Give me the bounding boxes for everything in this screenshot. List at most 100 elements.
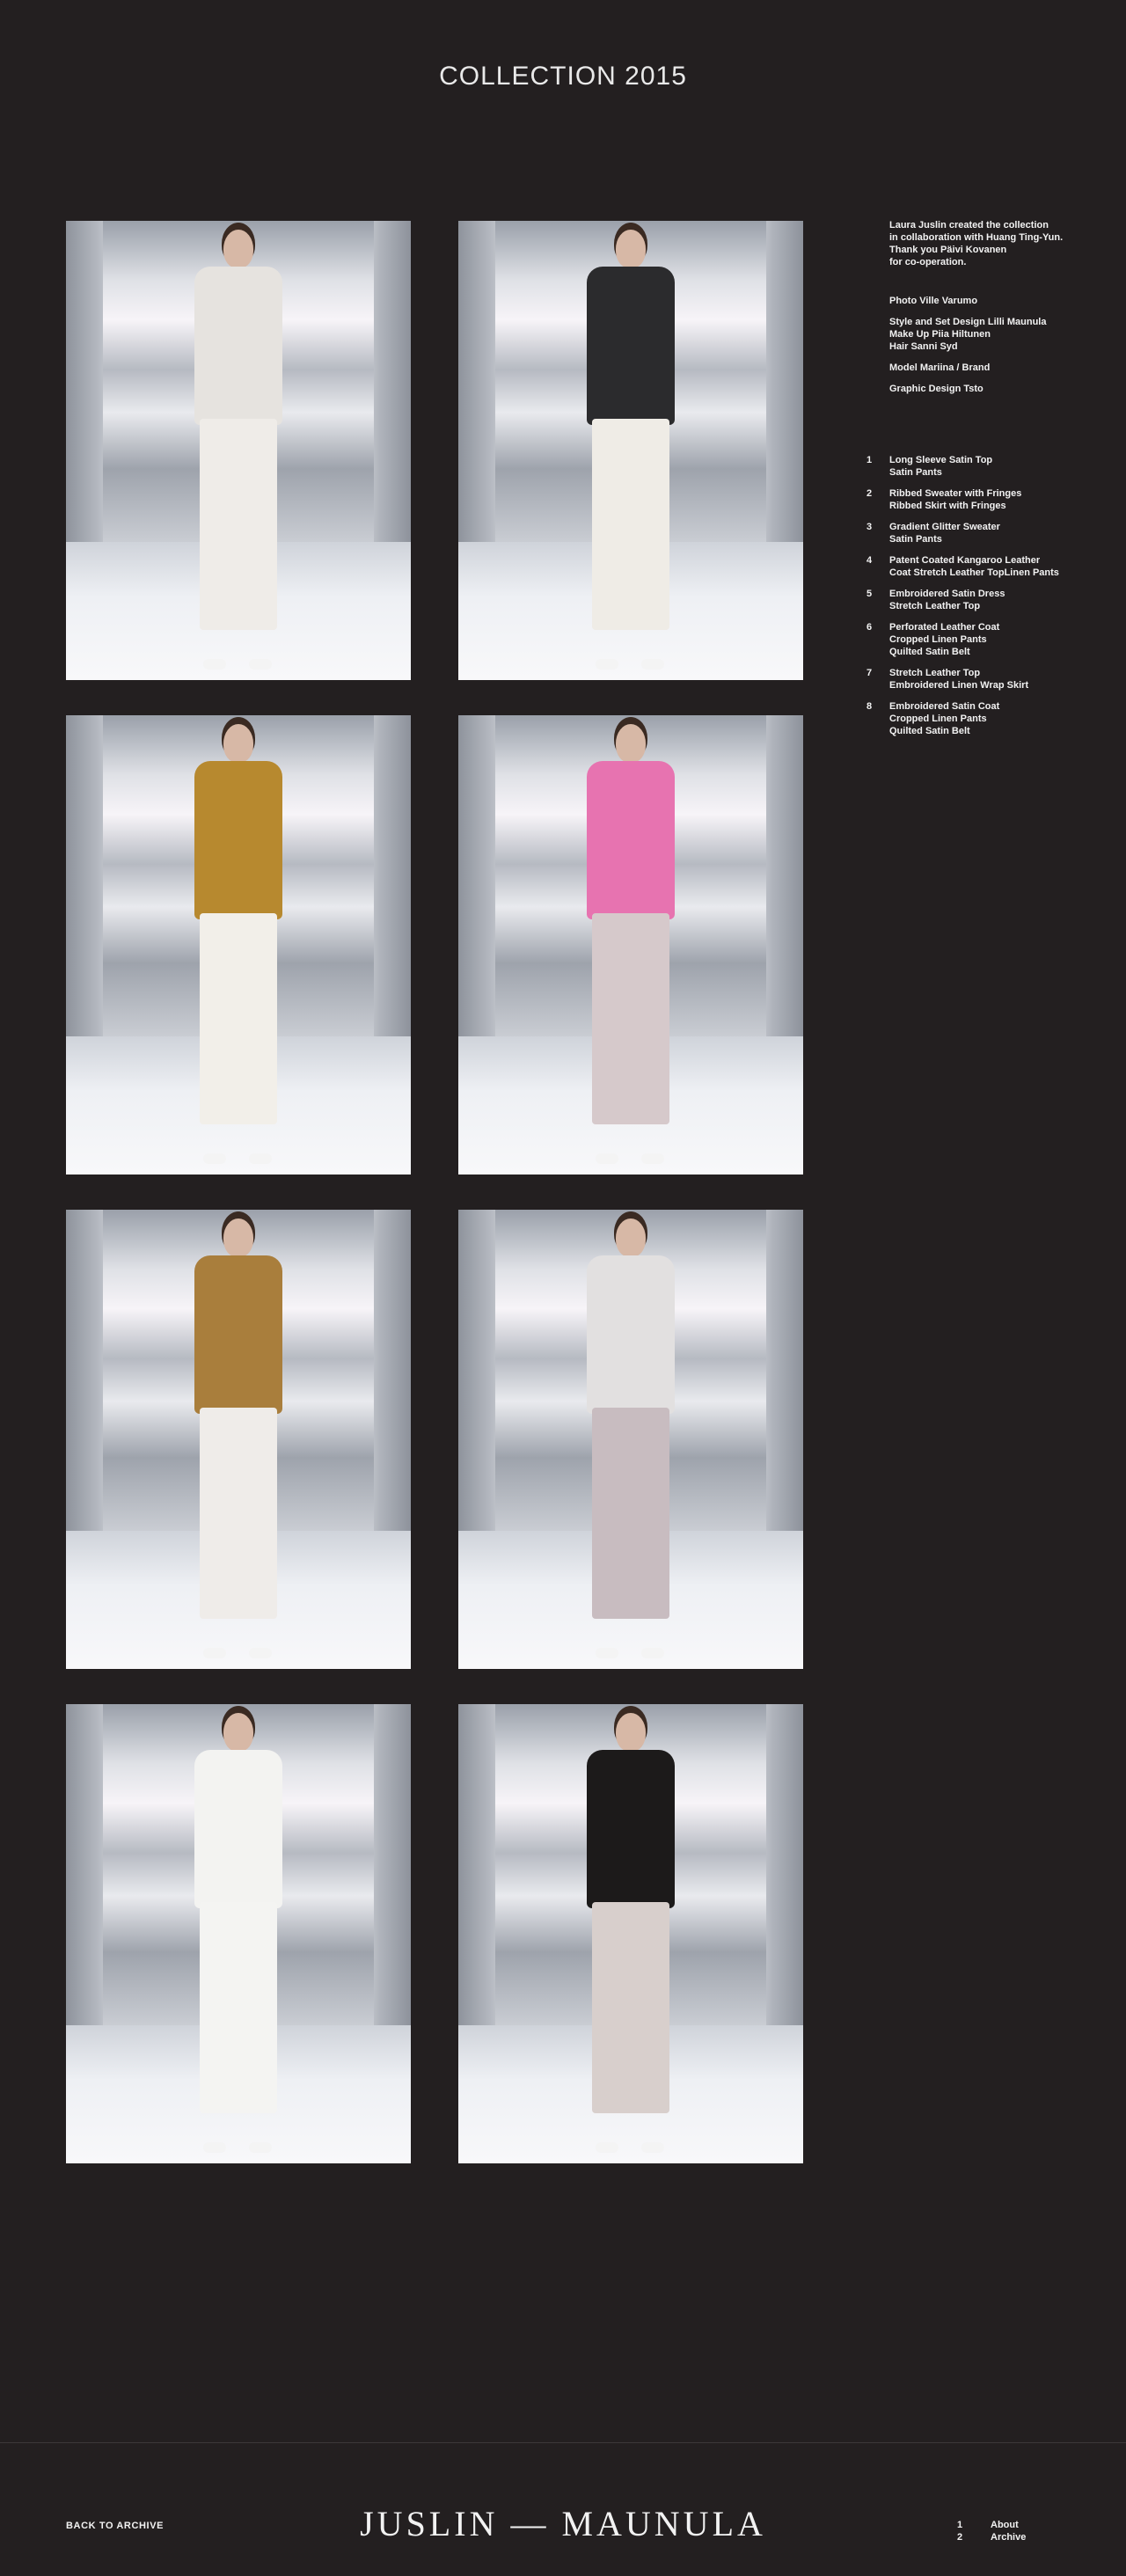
model-bottom	[200, 1408, 277, 1619]
nav-number: 1	[957, 2520, 963, 2530]
model-shoe	[641, 2142, 664, 2153]
look-garment: Satin Pants	[889, 467, 942, 478]
model-figure	[560, 1704, 701, 2162]
model-bottom	[592, 419, 669, 630]
model-head	[223, 1218, 253, 1257]
look-photo-3[interactable]	[66, 715, 411, 1175]
model-figure	[560, 221, 701, 678]
model-top	[194, 761, 282, 919]
credit-line: Hair Sanni Syd	[889, 341, 958, 352]
model-shoe	[596, 2142, 618, 2153]
model-bottom	[592, 913, 669, 1124]
nav-item-archive[interactable]: 2 Archive	[957, 2531, 1026, 2543]
intro-line: Thank you Päivi Kovanen	[889, 245, 1007, 255]
model-top	[587, 267, 675, 425]
look-description: Embroidered Satin Dress Stretch Leather T…	[889, 588, 1095, 612]
model-shoe	[249, 2142, 272, 2153]
look-number: 5	[866, 589, 873, 599]
look-number: 8	[866, 701, 873, 712]
model-bottom	[592, 1408, 669, 1619]
credit-group: Style and Set Design Lilli Maunula Make U…	[889, 316, 1083, 353]
model-shoe	[203, 2142, 226, 2153]
look-number: 4	[866, 555, 873, 566]
look-number: 7	[866, 668, 873, 678]
credit-group: Photo Ville Varumo	[889, 295, 1083, 307]
look-garment: Quilted Satin Belt	[889, 647, 970, 657]
model-shoe	[203, 659, 226, 670]
nav-label[interactable]: Archive	[991, 2531, 1026, 2543]
model-head	[616, 724, 646, 763]
look-description: Patent Coated Kangaroo Leather Coat Stret…	[889, 554, 1095, 579]
look-photo-8[interactable]	[458, 1704, 803, 2163]
model-head	[616, 230, 646, 268]
look-garment: Perforated Leather Coat	[889, 622, 1000, 633]
credits: Photo Ville Varumo Style and Set Design L…	[889, 295, 1083, 395]
model-head	[223, 724, 253, 763]
look-description: Stretch Leather Top Embroidered Linen Wra…	[889, 667, 1095, 692]
look-photo-7[interactable]	[66, 1704, 411, 2163]
look-description: Gradient Glitter Sweater Satin Pants	[889, 521, 1095, 545]
intro-text: Laura Juslin created the collection in co…	[889, 219, 1083, 268]
look-garment: Cropped Linen Pants	[889, 634, 987, 645]
look-photo-5[interactable]	[66, 1210, 411, 1669]
look-list-item: 5 Embroidered Satin Dress Stretch Leather …	[866, 588, 1095, 612]
look-number: 1	[866, 455, 873, 465]
model-bottom	[592, 1902, 669, 2113]
model-shoe	[203, 1153, 226, 1164]
look-garment: Ribbed Skirt with Fringes	[889, 501, 1006, 511]
look-list: 1 Long Sleeve Satin Top Satin Pants 2 Ribbed…	[866, 454, 1095, 746]
look-garment: Long Sleeve Satin Top	[889, 455, 993, 465]
look-photo-2[interactable]	[458, 221, 803, 680]
look-number: 3	[866, 522, 873, 532]
look-list-item: 4 Patent Coated Kangaroo Leather Coat Stre…	[866, 554, 1095, 579]
look-photo-4[interactable]	[458, 715, 803, 1175]
look-list-item: 7 Stretch Leather Top Embroidered Linen Wr…	[866, 667, 1095, 692]
look-garment: Coat Stretch Leather TopLinen Pants	[889, 567, 1059, 578]
model-figure	[560, 715, 701, 1173]
credit-line: Photo Ville Varumo	[889, 296, 978, 306]
credit-line: Style and Set Design Lilli Maunula	[889, 317, 1047, 327]
model-shoe	[596, 1153, 618, 1164]
model-shoe	[641, 1153, 664, 1164]
look-garment: Ribbed Sweater with Fringes	[889, 488, 1022, 499]
nav-number: 2	[957, 2532, 963, 2543]
look-garment: Gradient Glitter Sweater	[889, 522, 1000, 532]
model-head	[223, 230, 253, 268]
intro-line: in collaboration with Huang Ting-Yun.	[889, 232, 1064, 243]
look-description: Ribbed Sweater with Fringes Ribbed Skirt …	[889, 487, 1095, 512]
look-description: Long Sleeve Satin Top Satin Pants	[889, 454, 1095, 479]
look-list-item: 3 Gradient Glitter Sweater Satin Pants	[866, 521, 1095, 545]
model-shoe	[596, 1648, 618, 1658]
look-garment: Embroidered Linen Wrap Skirt	[889, 680, 1029, 691]
look-photo-6[interactable]	[458, 1210, 803, 1669]
look-number: 6	[866, 622, 873, 633]
credit-line: Make Up Piia Hiltunen	[889, 329, 991, 340]
look-number: 2	[866, 488, 873, 499]
look-photo-1[interactable]	[66, 221, 411, 680]
model-head	[223, 1713, 253, 1752]
look-garment: Satin Pants	[889, 534, 942, 545]
look-garment: Embroidered Satin Coat	[889, 701, 1000, 712]
look-garment: Embroidered Satin Dress	[889, 589, 1005, 599]
model-figure	[168, 715, 309, 1173]
model-top	[194, 1255, 282, 1414]
model-bottom	[200, 913, 277, 1124]
model-figure	[168, 1704, 309, 2162]
model-top	[587, 1750, 675, 1908]
model-shoe	[249, 1648, 272, 1658]
nav-label[interactable]: About	[991, 2519, 1019, 2531]
page-title: COLLECTION 2015	[439, 62, 687, 91]
model-top	[587, 1255, 675, 1414]
model-bottom	[200, 1902, 277, 2113]
collection-sidebar: Laura Juslin created the collection in co…	[866, 219, 1083, 736]
model-figure	[168, 1210, 309, 1667]
model-top	[194, 1750, 282, 1908]
look-garment: Cropped Linen Pants	[889, 714, 987, 724]
nav-item-about[interactable]: 1 About	[957, 2519, 1026, 2531]
intro-line: for co-operation.	[889, 257, 967, 267]
model-shoe	[249, 1153, 272, 1164]
look-list-item: 8 Embroidered Satin Coat Cropped Linen Pan…	[866, 700, 1095, 737]
look-list-item: 1 Long Sleeve Satin Top Satin Pants	[866, 454, 1095, 479]
look-garment: Patent Coated Kangaroo Leather	[889, 555, 1041, 566]
model-shoe	[249, 659, 272, 670]
